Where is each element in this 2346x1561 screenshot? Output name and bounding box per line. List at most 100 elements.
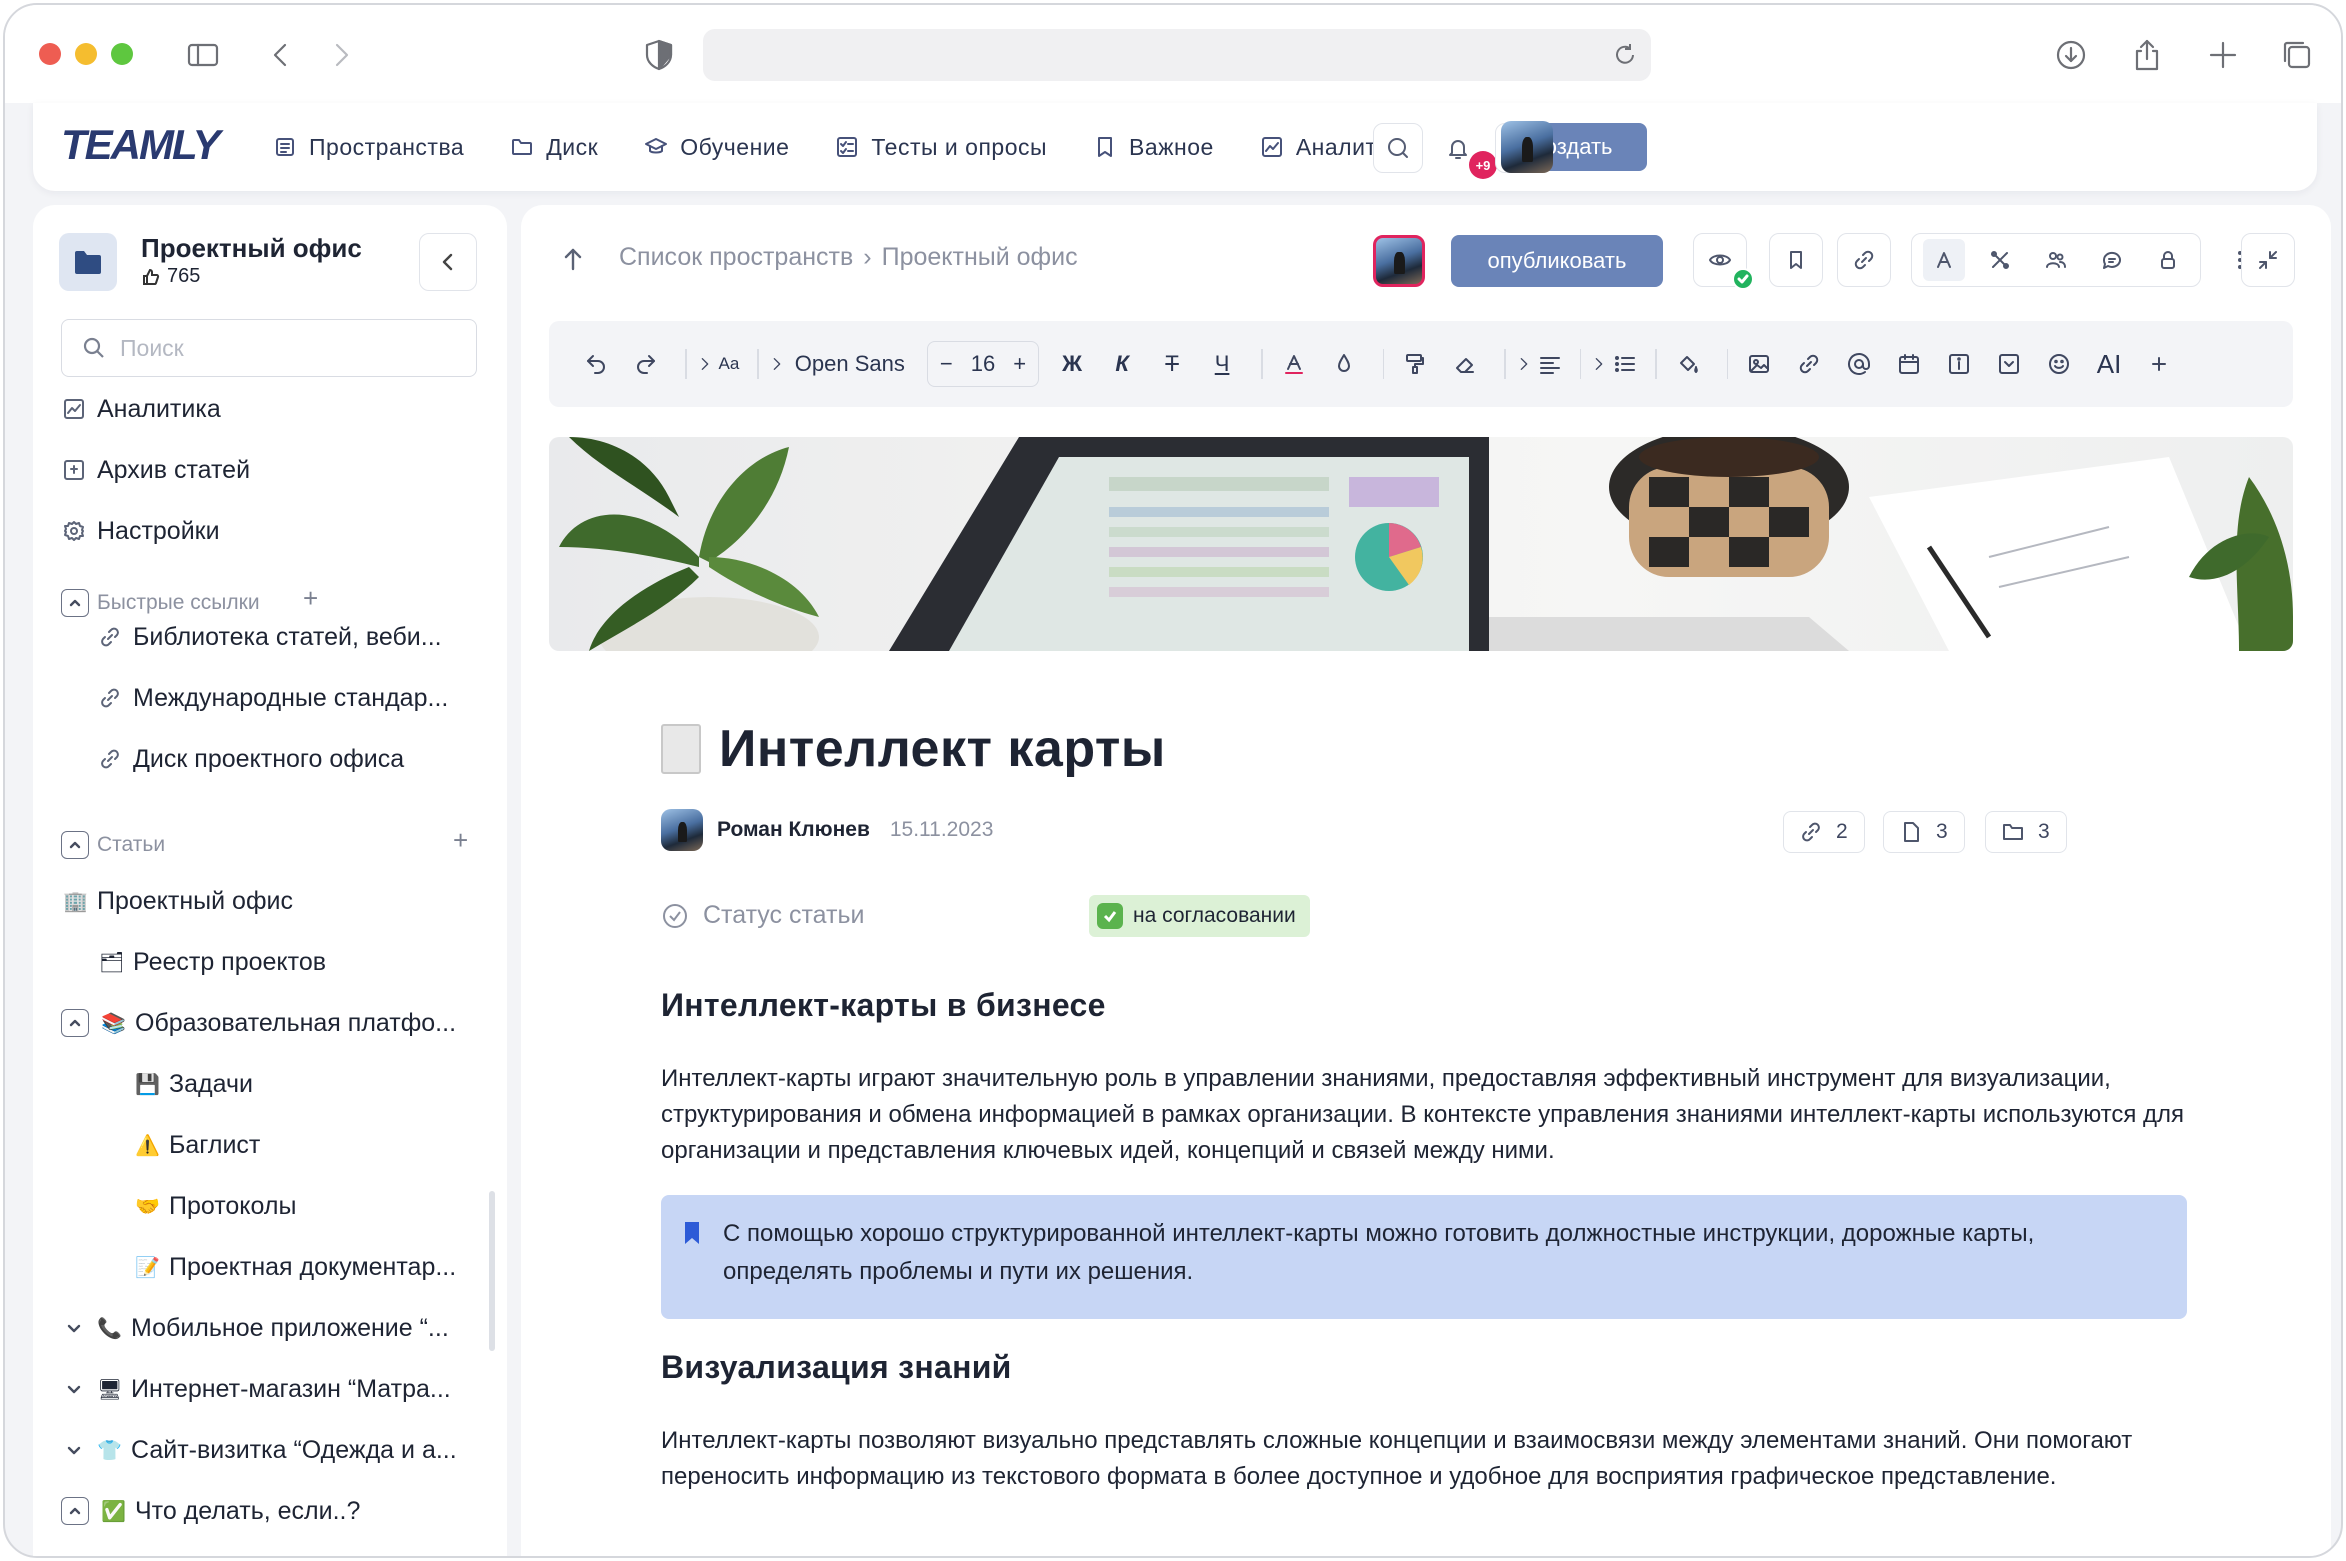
italic-button[interactable]: К xyxy=(1101,343,1143,385)
tree-item[interactable]: 🏢 Проектный офис xyxy=(63,881,493,921)
decrease-size-button[interactable]: − xyxy=(940,351,953,377)
list-dropdown[interactable] xyxy=(1591,343,1637,385)
go-up-button[interactable] xyxy=(551,237,595,281)
nav-spaces[interactable]: Пространства xyxy=(273,134,464,161)
nav-learning[interactable]: Обучение xyxy=(644,134,789,161)
author-name[interactable]: Роман Клюнев xyxy=(717,818,870,842)
align-dropdown[interactable] xyxy=(1516,343,1562,385)
new-tab-icon[interactable] xyxy=(2201,33,2245,77)
lock-button[interactable] xyxy=(2147,239,2189,281)
article-cover-image[interactable] xyxy=(549,437,2293,651)
links-counter[interactable]: 2 xyxy=(1783,811,1865,853)
quick-links-header[interactable]: Быстрые ссылки xyxy=(61,585,260,621)
tree-item[interactable]: 🖥 Интернет-магазин “Матра... xyxy=(63,1369,493,1409)
folders-counter[interactable]: 3 xyxy=(1985,811,2067,853)
user-avatar[interactable] xyxy=(1501,121,1553,173)
nav-important[interactable]: Важное xyxy=(1093,134,1214,161)
editor-avatar[interactable] xyxy=(1373,235,1425,287)
copy-link-button[interactable] xyxy=(1837,233,1891,287)
shield-icon[interactable] xyxy=(637,33,681,77)
collapse-view-button[interactable] xyxy=(2241,233,2295,287)
redo-icon[interactable] xyxy=(625,343,667,385)
chevron-down-icon[interactable] xyxy=(63,1442,85,1458)
tree-item[interactable]: 👕 Сайт-визитка “Одежда и а... xyxy=(63,1430,493,1470)
notifications-button[interactable]: +9 xyxy=(1433,123,1497,179)
quick-link-item[interactable]: Библиотека статей, веби... xyxy=(99,617,489,657)
breadcrumb-item[interactable]: Проектный офис xyxy=(882,243,1078,272)
breadcrumb-item[interactable]: Список пространств xyxy=(619,243,853,272)
format-painter-icon[interactable] xyxy=(1394,343,1436,385)
comments-button[interactable] xyxy=(2091,239,2133,281)
chevron-up-icon[interactable] xyxy=(61,1009,89,1037)
search-input[interactable] xyxy=(120,334,460,362)
maximize-window-button[interactable] xyxy=(111,43,133,65)
undo-icon[interactable] xyxy=(575,343,617,385)
ai-assistant-button[interactable]: AI xyxy=(2088,343,2130,385)
add-article-button[interactable]: + xyxy=(453,825,468,856)
text-color-icon[interactable] xyxy=(1273,343,1315,385)
space-likes[interactable]: 765 xyxy=(141,265,200,288)
search-button[interactable] xyxy=(1373,123,1423,173)
calendar-icon[interactable] xyxy=(1888,343,1930,385)
sidebar-item-archive[interactable]: Архив статей xyxy=(63,450,250,490)
tools-button[interactable] xyxy=(1979,239,2021,281)
documents-counter[interactable]: 3 xyxy=(1883,811,1965,853)
articles-header[interactable]: Статьи xyxy=(61,827,165,863)
tree-item[interactable]: 📝 Проектная документар... xyxy=(135,1247,493,1287)
collapse-sidebar-button[interactable] xyxy=(419,233,477,291)
add-quick-link-button[interactable]: + xyxy=(303,583,318,614)
emoji-icon[interactable] xyxy=(2038,343,2080,385)
chevron-up-icon[interactable] xyxy=(61,589,89,617)
status-badge[interactable]: на согласовании xyxy=(1089,895,1310,937)
bold-button[interactable]: Ж xyxy=(1051,343,1093,385)
sidebar-item-settings[interactable]: Настройки xyxy=(63,511,220,551)
highlight-icon[interactable] xyxy=(1323,343,1365,385)
sidebar-toggle-icon[interactable] xyxy=(181,33,225,77)
tree-item[interactable]: ⚠️ Баглист xyxy=(135,1125,493,1165)
mention-icon[interactable] xyxy=(1838,343,1880,385)
teamly-logo[interactable]: TEAMLY xyxy=(61,121,221,169)
insert-more-icon[interactable] xyxy=(2138,343,2180,385)
share-icon[interactable] xyxy=(2125,33,2169,77)
text-mode-button[interactable] xyxy=(1923,239,1965,281)
tree-item[interactable]: 🤝 Протоколы xyxy=(135,1186,493,1226)
quick-link-item[interactable]: Диск проектного офиса xyxy=(99,739,489,779)
image-icon[interactable] xyxy=(1738,343,1780,385)
collapse-block-icon[interactable] xyxy=(1988,343,2030,385)
font-family-select[interactable]: Open Sans xyxy=(769,343,905,385)
quick-link-item[interactable]: Международные стандар... xyxy=(99,678,489,718)
underline-button[interactable]: Ч xyxy=(1201,343,1243,385)
text-style-dropdown[interactable]: Aa xyxy=(697,343,739,385)
chevron-up-icon[interactable] xyxy=(61,1497,89,1525)
bookmark-button[interactable] xyxy=(1769,233,1823,287)
font-size-stepper[interactable]: − 16 + xyxy=(926,341,1040,387)
author-avatar[interactable] xyxy=(661,809,703,851)
close-window-button[interactable] xyxy=(39,43,61,65)
sidebar-search[interactable] xyxy=(61,319,477,377)
publish-button[interactable]: опубликовать xyxy=(1451,235,1663,287)
minimize-window-button[interactable] xyxy=(75,43,97,65)
eraser-icon[interactable] xyxy=(1444,343,1486,385)
forward-icon[interactable] xyxy=(319,33,363,77)
back-icon[interactable] xyxy=(259,33,303,77)
address-bar[interactable] xyxy=(703,29,1651,81)
increase-size-button[interactable]: + xyxy=(1013,351,1026,377)
sidebar-item-analytics[interactable]: Аналитика xyxy=(63,389,221,429)
tree-item[interactable]: 🗂 Реестр проектов xyxy=(99,942,493,982)
tree-item[interactable]: 📞 Мобильное приложение “... xyxy=(63,1308,493,1348)
tab-overview-icon[interactable] xyxy=(2275,33,2319,77)
chevron-up-icon[interactable] xyxy=(61,831,89,859)
tree-item[interactable]: 📚 Образовательная платфо... xyxy=(61,1003,493,1043)
tree-item[interactable]: 💾 Задачи xyxy=(135,1064,493,1104)
info-block-icon[interactable] xyxy=(1938,343,1980,385)
tree-item[interactable]: ✅ Что делать, если..? xyxy=(61,1491,493,1531)
collaborators-button[interactable] xyxy=(2035,239,2077,281)
chevron-down-icon[interactable] xyxy=(63,1320,85,1336)
sidebar-scrollbar[interactable] xyxy=(489,1191,495,1351)
download-icon[interactable] xyxy=(2049,33,2093,77)
strikethrough-button[interactable]: Т xyxy=(1151,343,1193,385)
reload-icon[interactable] xyxy=(1611,41,1639,69)
fill-color-icon[interactable] xyxy=(1667,343,1709,385)
visibility-button[interactable] xyxy=(1693,233,1754,290)
nav-tests[interactable]: Тесты и опросы xyxy=(835,134,1047,161)
